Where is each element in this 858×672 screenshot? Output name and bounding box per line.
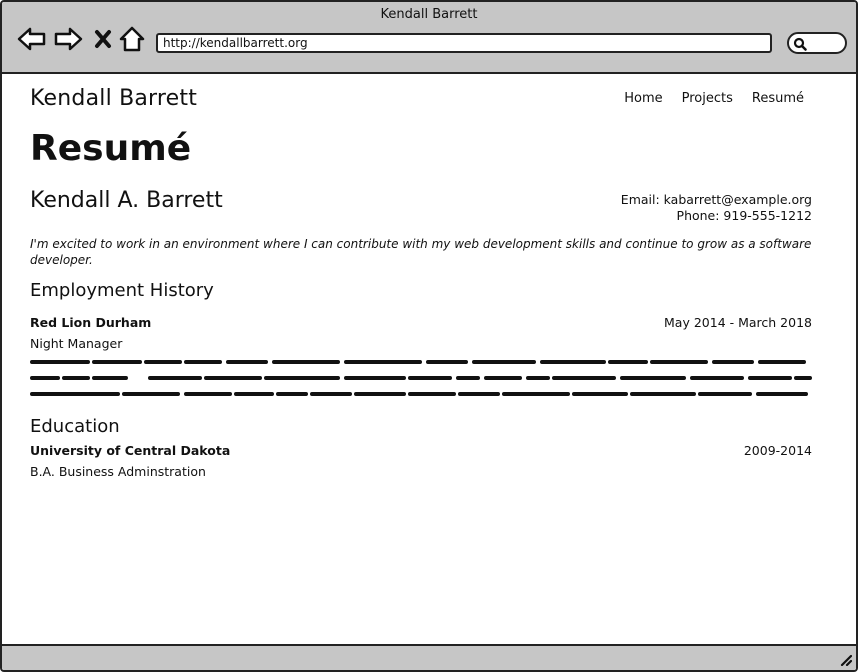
resize-grip-icon[interactable] [838,652,852,666]
stop-icon[interactable] [91,24,115,54]
employment-heading: Employment History [30,280,214,301]
education-degree: B.A. Business Adminstration [30,464,206,479]
back-arrow-icon[interactable] [16,24,48,54]
employment-org: Red Lion Durham [30,315,152,330]
site-title[interactable]: Kendall Barrett [30,86,197,111]
browser-window: Kendall Barrett http://kendallbarrett.or… [0,0,858,672]
search-field[interactable] [787,32,847,54]
page-content: Kendall Barrett Home Projects Resumé Res… [30,74,814,646]
site-nav: Home Projects Resumé [624,91,804,106]
employment-dates: May 2014 - March 2018 [664,315,812,330]
person-name: Kendall A. Barrett [30,188,223,213]
home-icon[interactable] [118,24,146,54]
forward-arrow-icon[interactable] [52,24,84,54]
employment-role: Night Manager [30,336,123,351]
window-title: Kendall Barrett [380,7,478,22]
education-dates: 2009-2014 [743,443,812,458]
url-input[interactable]: http://kendallbarrett.org [156,33,772,53]
contact-info: Email: kabarrett@example.org Phone: 919-… [621,192,812,224]
email-text[interactable]: Email: kabarrett@example.org [621,192,812,208]
status-bar [2,644,856,670]
placeholder-scribble-text [30,360,812,396]
search-icon [793,37,807,51]
education-heading: Education [30,416,120,437]
education-org: University of Central Dakota [30,443,231,458]
nav-projects-link[interactable]: Projects [682,91,733,106]
nav-resume-link[interactable]: Resumé [752,91,804,106]
page-title: Resumé [30,128,192,169]
phone-text: Phone: 919-555-1212 [676,208,812,223]
objective-text: I'm excited to work in an environment wh… [30,237,812,267]
browser-chrome: Kendall Barrett http://kendallbarrett.or… [2,2,856,74]
nav-home-link[interactable]: Home [624,91,662,106]
